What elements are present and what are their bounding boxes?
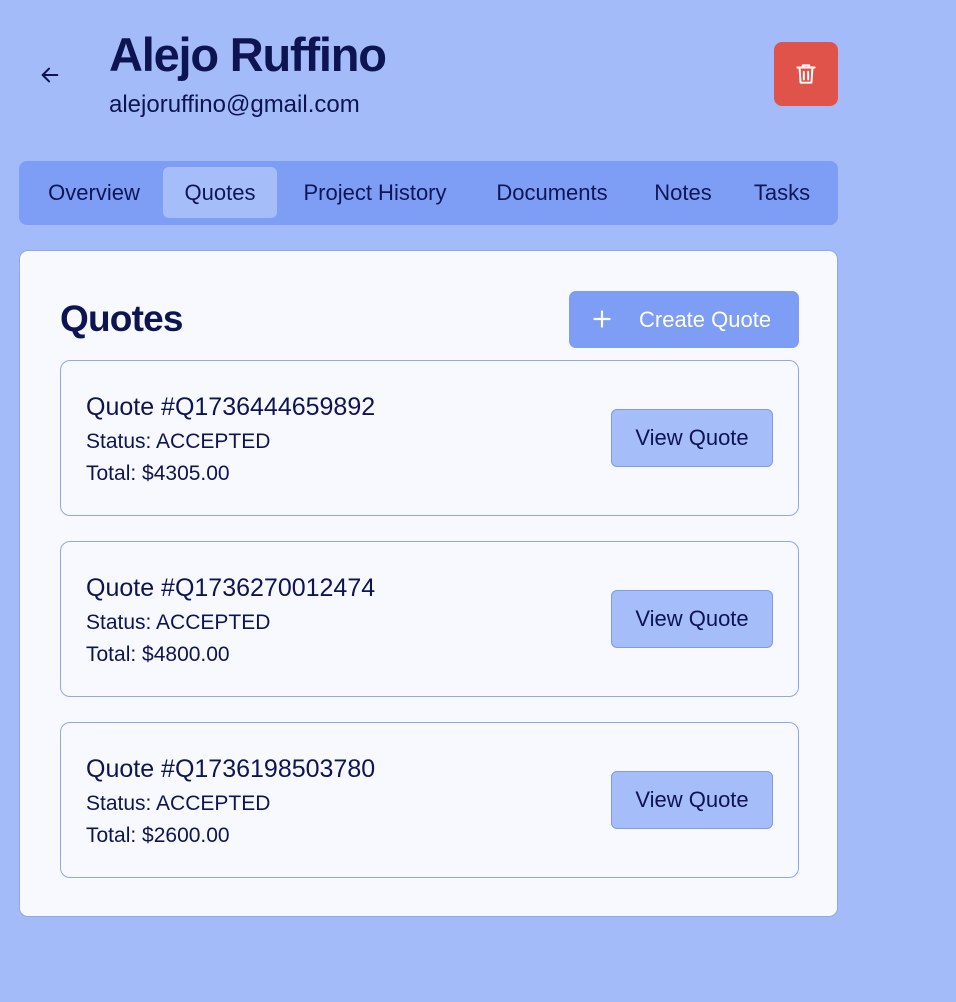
tab-quotes[interactable]: Quotes	[163, 167, 277, 218]
client-detail-page: Alejo Ruffino alejoruffino@gmail.com Ove…	[0, 0, 956, 1002]
quote-status: Status: ACCEPTED	[86, 792, 271, 815]
quote-status: Status: ACCEPTED	[86, 611, 271, 634]
quote-number: Quote #Q1736270012474	[86, 574, 376, 602]
client-email: alejoruffino@gmail.com	[109, 91, 360, 118]
trash-icon	[796, 64, 816, 84]
tab-bar: Overview Quotes Project History Document…	[19, 161, 838, 225]
client-name: Alejo Ruffino	[109, 28, 387, 81]
tab-overview[interactable]: Overview	[27, 167, 161, 218]
quote-status: Status: ACCEPTED	[86, 430, 271, 453]
quote-total: Total: $4305.00	[86, 462, 230, 485]
arrow-left-icon	[41, 67, 59, 83]
quote-number: Quote #Q1736198503780	[86, 755, 376, 783]
view-quote-button[interactable]: View Quote	[611, 409, 773, 467]
quote-total: Total: $4800.00	[86, 643, 230, 666]
create-quote-button[interactable]: Create Quote	[569, 291, 799, 348]
plus-icon	[593, 310, 611, 328]
view-quote-button[interactable]: View Quote	[611, 590, 773, 648]
quote-total: Total: $2600.00	[86, 824, 230, 847]
tab-documents[interactable]: Documents	[475, 167, 629, 218]
view-quote-button[interactable]: View Quote	[611, 771, 773, 829]
quote-number: Quote #Q1736444659892	[86, 393, 376, 421]
back-button[interactable]	[34, 59, 66, 91]
create-quote-label: Create Quote	[639, 306, 772, 332]
quote-item: Quote #Q1736270012474 Status: ACCEPTED T…	[60, 541, 799, 697]
tab-notes[interactable]: Notes	[633, 167, 733, 218]
tab-project-history[interactable]: Project History	[279, 167, 471, 218]
quotes-card: Quotes Create Quote Quote #Q173644465989…	[19, 250, 838, 917]
tab-tasks[interactable]: Tasks	[737, 167, 827, 218]
quote-item: Quote #Q1736198503780 Status: ACCEPTED T…	[60, 722, 799, 878]
quotes-heading: Quotes	[60, 298, 183, 339]
delete-client-button[interactable]	[774, 42, 838, 106]
quote-item: Quote #Q1736444659892 Status: ACCEPTED T…	[60, 360, 799, 516]
